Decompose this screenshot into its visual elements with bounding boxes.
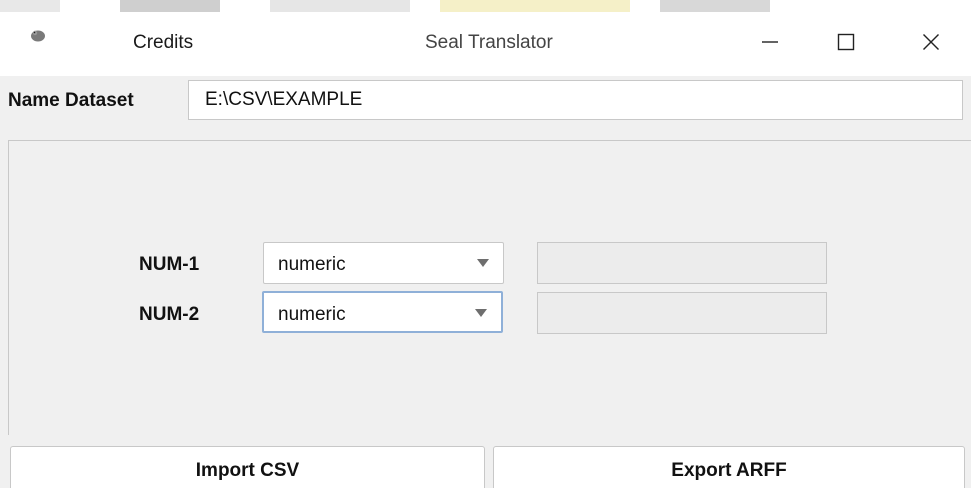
minimize-button[interactable] xyxy=(740,20,800,64)
type-select-num-1[interactable]: numeric xyxy=(263,242,504,284)
attribute-field-num-2[interactable] xyxy=(537,292,827,334)
title-bar: Credits Seal Translator xyxy=(0,14,971,76)
seal-app-icon xyxy=(31,30,45,42)
type-select-value: numeric xyxy=(278,304,346,325)
close-button[interactable] xyxy=(901,20,961,64)
export-arff-button[interactable]: Export ARFF xyxy=(493,446,965,488)
attribute-label-num-2: NUM-2 xyxy=(139,304,200,325)
close-icon xyxy=(923,34,939,50)
chevron-down-icon xyxy=(477,259,489,267)
attribute-label-num-1: NUM-1 xyxy=(139,254,200,275)
dataset-name-input[interactable] xyxy=(188,80,963,120)
attribute-field-num-1[interactable] xyxy=(537,242,827,284)
minimize-icon xyxy=(762,41,778,43)
dataset-name-label: Name Dataset xyxy=(8,90,134,111)
attributes-panel: NUM-1 numeric NUM-2 numeric xyxy=(8,140,971,435)
maximize-button[interactable] xyxy=(816,20,876,64)
type-select-num-2[interactable]: numeric xyxy=(262,291,503,333)
dataset-bar: Name Dataset xyxy=(0,78,971,126)
app-window: Credits Seal Translator Name Dataset NUM… xyxy=(0,0,971,488)
background-strip xyxy=(0,0,971,14)
credits-menu[interactable]: Credits xyxy=(133,32,193,54)
type-select-value: numeric xyxy=(278,254,346,275)
window-title: Seal Translator xyxy=(425,32,553,53)
chevron-down-icon xyxy=(475,309,487,317)
import-csv-button[interactable]: Import CSV xyxy=(10,446,485,488)
maximize-icon xyxy=(837,33,855,51)
